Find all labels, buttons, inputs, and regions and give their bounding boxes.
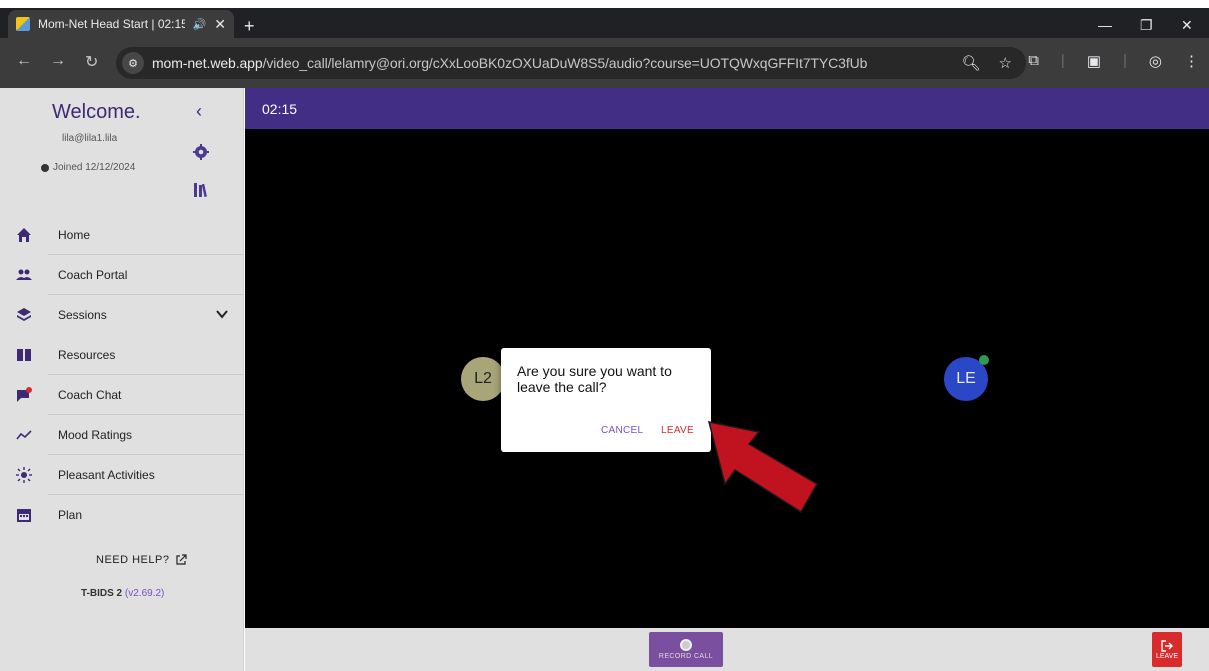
chat-icon <box>17 387 32 402</box>
extensions-icon[interactable]: ⧉ <box>1028 52 1039 70</box>
clock-icon <box>41 163 49 172</box>
sidebar-item-plan[interactable]: Plan <box>0 495 243 535</box>
sidebar: Welcome. ‹ lila@lila1.lila Joined 12/12/… <box>0 88 244 671</box>
people-icon <box>16 269 32 280</box>
tab-title: Mom-Net Head Start | 02:15 <box>38 17 185 31</box>
sidebar-item-coach-chat[interactable]: Coach Chat <box>0 375 243 415</box>
app-container: Welcome. ‹ lila@lila1.lila Joined 12/12/… <box>0 88 1209 671</box>
cancel-button[interactable]: CANCEL <box>601 425 643 436</box>
calendar-icon <box>17 509 31 522</box>
address-bar-row: ← → ↻ ⚙ mom-net.web.app/video_call/lelam… <box>0 38 1209 88</box>
book-icon <box>17 349 31 361</box>
browser-tab[interactable]: Mom-Net Head Start | 02:15 🔊 ✕ <box>8 10 234 38</box>
reading-list-icon[interactable]: ▣ <box>1087 52 1101 70</box>
dialog-message: Are you sure you want to leave the call? <box>517 363 672 395</box>
call-timer: 02:15 <box>262 101 298 117</box>
close-window-icon[interactable]: ✕ <box>1181 17 1193 34</box>
home-icon <box>17 228 31 242</box>
sidebar-item-sessions[interactable]: Sessions <box>0 295 243 335</box>
back-icon[interactable]: ← <box>16 52 32 70</box>
url-text: mom-net.web.app/video_call/lelamry@ori.o… <box>152 55 867 71</box>
site-favicon-icon <box>16 17 30 31</box>
version-name: T-BIDS 2 <box>81 588 123 599</box>
sidebar-item-label: Coach Chat <box>58 388 122 402</box>
video-stage <box>245 129 1209 628</box>
sidebar-item-resources[interactable]: Resources <box>0 335 243 375</box>
sidebar-item-label: Coach Portal <box>58 268 128 282</box>
forward-icon[interactable]: → <box>50 52 66 70</box>
minimize-icon[interactable]: — <box>1098 17 1112 33</box>
zoom-icon[interactable]: 🔍︎ <box>962 54 981 72</box>
record-call-label: RECORD CALL <box>658 653 714 660</box>
participant-avatar: L2 <box>461 357 505 401</box>
toolbar-separator: | <box>1060 52 1065 69</box>
welcome-heading: Welcome. <box>52 101 141 123</box>
sidebar-item-label: Home <box>58 228 91 242</box>
sidebar-item-label: Pleasant Activities <box>58 468 155 482</box>
need-help-link[interactable]: NEED HELP? <box>96 554 188 566</box>
sidebar-item-label: Plan <box>58 508 83 522</box>
joined-date: Joined 12/12/2024 <box>41 162 135 173</box>
online-status-badge <box>979 355 989 365</box>
call-controls-bar: RECORD CALL LEAVE <box>245 628 1209 671</box>
leave-call-label: LEAVE <box>1155 653 1179 660</box>
confirm-leave-button[interactable]: LEAVE <box>661 425 694 436</box>
reload-icon[interactable]: ↻ <box>85 52 98 72</box>
toolbar-separator: | <box>1123 52 1127 69</box>
video-call-area: 02:15 L2 LE Are you sure you want to lea… <box>245 88 1209 671</box>
record-call-button[interactable]: RECORD CALL <box>649 632 723 667</box>
sidebar-item-label: Mood Ratings <box>58 428 133 442</box>
bookmark-star-icon[interactable]: ☆ <box>999 54 1012 72</box>
exit-icon <box>1161 640 1173 652</box>
sidebar-item-label: Resources <box>58 348 116 362</box>
chevron-down-icon[interactable] <box>215 307 229 321</box>
site-info-icon[interactable]: ⚙ <box>122 52 144 74</box>
external-link-icon <box>176 554 188 565</box>
browser-tabbar: Mom-Net Head Start | 02:15 🔊 ✕ + — ❐ ✕ <box>0 8 1209 38</box>
sidebar-item-label: Sessions <box>58 308 107 322</box>
layers-icon <box>17 308 31 321</box>
tab-close-icon[interactable]: ✕ <box>214 16 226 33</box>
top-strip <box>0 0 1209 8</box>
url-path: /video_call/lelamry@ori.org/cXxLooBK0zOX… <box>262 55 868 71</box>
sidebar-item-coach-portal[interactable]: Coach Portal <box>0 255 243 295</box>
sidebar-menu: Home Coach Portal Sessions Resources Coa <box>0 215 243 535</box>
tab-audio-icon[interactable]: 🔊 <box>193 18 207 31</box>
app-version: T-BIDS 2 (v2.69.2) <box>81 588 164 599</box>
trend-icon <box>16 430 32 440</box>
sidebar-item-pleasant-activities[interactable]: Pleasant Activities <box>0 455 243 495</box>
joined-text: Joined 12/12/2024 <box>53 162 136 173</box>
leave-call-dialog: Are you sure you want to leave the call?… <box>501 348 711 452</box>
settings-gear-icon[interactable] <box>193 144 209 160</box>
library-icon[interactable] <box>193 182 209 198</box>
url-host: mom-net.web.app <box>152 55 263 71</box>
more-menu-icon[interactable]: ⋮ <box>1184 52 1199 70</box>
call-header: 02:15 <box>245 88 1209 129</box>
profile-icon[interactable]: ◎ <box>1149 52 1162 70</box>
need-help-label: NEED HELP? <box>96 554 170 566</box>
user-email: lila@lila1.lila <box>62 133 118 144</box>
collapse-sidebar-icon[interactable]: ‹ <box>196 101 202 122</box>
sidebar-item-mood-ratings[interactable]: Mood Ratings <box>0 415 243 455</box>
restore-icon[interactable]: ❐ <box>1140 17 1153 34</box>
url-bar[interactable]: ⚙ mom-net.web.app/video_call/lelamry@ori… <box>116 47 1026 79</box>
version-number: (v2.69.2) <box>124 588 165 599</box>
sidebar-item-home[interactable]: Home <box>0 215 243 255</box>
record-icon <box>680 639 692 651</box>
annotation-arrow-icon <box>707 421 819 514</box>
new-tab-button[interactable]: + <box>244 16 255 37</box>
leave-call-button[interactable]: LEAVE <box>1152 632 1182 667</box>
sun-icon <box>16 467 32 483</box>
